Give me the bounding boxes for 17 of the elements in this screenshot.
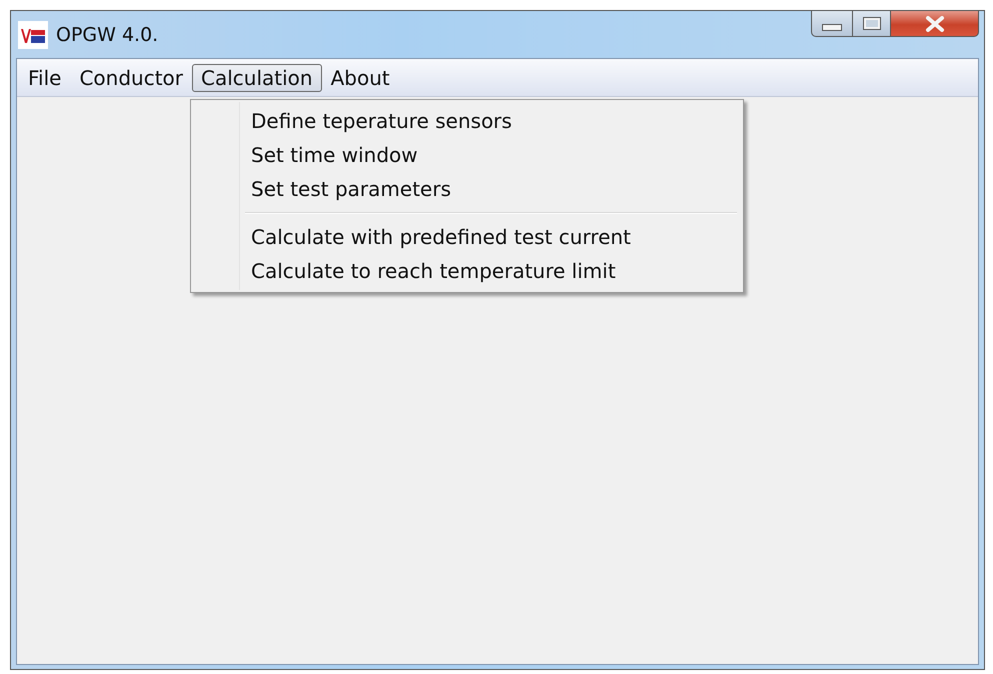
close-button[interactable] xyxy=(891,10,979,37)
menu-option[interactable]: Calculate with predefined test current xyxy=(193,220,742,254)
menu-item[interactable]: About xyxy=(322,64,399,92)
close-icon xyxy=(924,16,944,32)
menu-option[interactable]: Set test parameters xyxy=(193,172,742,206)
menu-item[interactable]: Conductor xyxy=(70,64,192,92)
window-title: OPGW 4.0. xyxy=(56,24,158,46)
minimize-button[interactable] xyxy=(811,10,853,37)
minimize-icon xyxy=(822,24,842,31)
menu-option[interactable]: Calculate to reach temperature limit xyxy=(193,254,742,288)
menu-option[interactable]: Set time window xyxy=(193,138,742,172)
maximize-icon xyxy=(862,17,880,30)
app-icon xyxy=(18,20,48,48)
menu-item[interactable]: File xyxy=(19,64,70,92)
menu-item[interactable]: Calculation xyxy=(192,64,322,92)
menu-option[interactable]: Define teperature sensors xyxy=(193,104,742,138)
maximize-button[interactable] xyxy=(853,10,891,37)
